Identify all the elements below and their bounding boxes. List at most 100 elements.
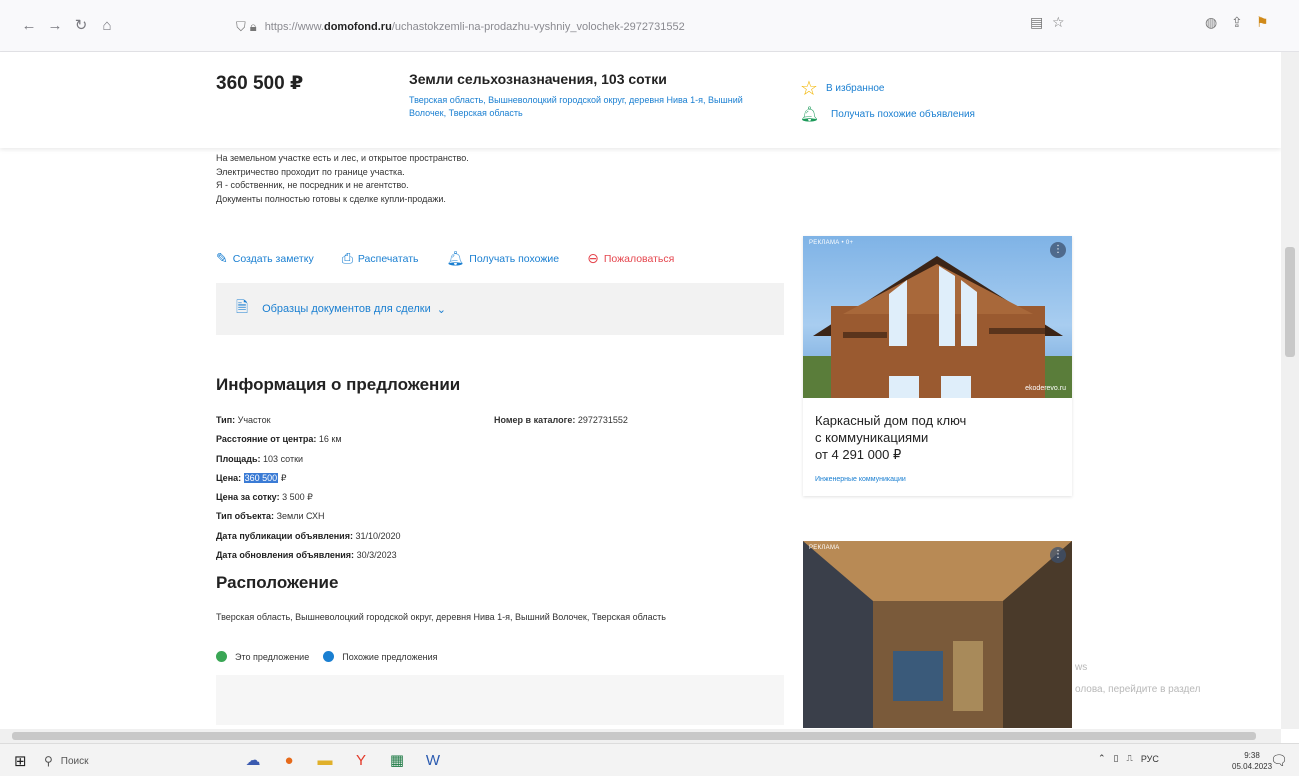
- clock[interactable]: 9:38 05.04.2023: [1232, 750, 1272, 772]
- create-note-button[interactable]: ✎ Создать заметку: [216, 250, 314, 267]
- reload-icon[interactable]: ↻: [70, 14, 92, 36]
- browser-toolbar: ← → ↻ ⌂ ⛉ 🔒︎ https://www. domofond.ru/uch…: [0, 0, 1299, 52]
- header-price: 360 500 ₽: [216, 73, 304, 94]
- pencil-icon: ✎: [216, 250, 228, 266]
- ad-tag: Инженерные коммуникации: [815, 476, 906, 483]
- vertical-scroll-thumb[interactable]: [1285, 247, 1295, 357]
- favorite-button[interactable]: ☆ В избранное: [800, 76, 884, 101]
- documents-label: Образцы документов для сделки: [262, 303, 431, 315]
- info-row-published: Дата публикации объявления: 31/10/2020: [216, 530, 401, 541]
- more-icon[interactable]: ⋮: [1050, 242, 1066, 258]
- horizontal-scroll-thumb[interactable]: [12, 732, 1256, 740]
- ad-text: Каркасный дом под ключ с коммуникациями …: [815, 413, 967, 462]
- map[interactable]: [216, 675, 784, 725]
- reader-view-icon[interactable]: ▤: [1030, 14, 1043, 31]
- widgets-icon[interactable]: ☁: [240, 748, 266, 772]
- offer-info-heading: Информация о предложении: [216, 375, 461, 394]
- url-prefix: https://www.: [264, 21, 324, 33]
- report-icon: ⊖: [587, 250, 599, 266]
- header-title: Земли сельхозназначения, 103 сотки: [409, 71, 667, 87]
- header-address-link[interactable]: Тверская область, Вышневолоцкий городско…: [409, 94, 749, 120]
- chevron-up-icon[interactable]: ⌃: [1098, 753, 1106, 764]
- report-label: Пожаловаться: [603, 252, 675, 265]
- search-icon: ⚲: [44, 754, 53, 768]
- chevron-down-icon: ⌄: [436, 303, 446, 316]
- ad-image-house: РЕКЛАМА • 0+ ⋮ ekoderevo.ru: [803, 236, 1072, 398]
- taskbar-search-label: Поиск: [60, 755, 89, 767]
- legend-dot-similar: [323, 651, 335, 662]
- windows-start-icon[interactable]: ⊞: [14, 752, 27, 770]
- description-line: Я - собственник, не посредник и не агент…: [216, 180, 409, 190]
- more-icon[interactable]: ⋮: [1050, 547, 1066, 563]
- yandex-browser-icon[interactable]: Y: [348, 748, 374, 772]
- lock-icon: 🔒︎: [249, 19, 257, 34]
- vertical-scrollbar[interactable]: [1281, 52, 1299, 729]
- sticky-header: 360 500 ₽ Земли сельхозназначения, 103 с…: [0, 52, 1281, 148]
- taskbar-apps: ☁ ● ▬ Y ▦ W: [240, 748, 456, 772]
- legend-dot-this: [216, 651, 227, 662]
- offer-info-list: Тип: Участок Расстояние от центра: 16 км…: [216, 411, 401, 565]
- get-similar-label: Получать похожие: [469, 252, 560, 265]
- network-icon[interactable]: ⎍: [1127, 753, 1133, 764]
- catalog-number: Номер в каталоге: 2972731552: [494, 415, 628, 425]
- firefox-icon[interactable]: ●: [276, 748, 302, 772]
- url-domain: domofond.ru: [323, 21, 392, 33]
- description: На земельном участке есть и лес, и откры…: [216, 152, 469, 206]
- extension-icon[interactable]: ⚑: [1256, 14, 1269, 31]
- house-illustration: [803, 256, 1072, 398]
- back-icon[interactable]: ←: [18, 14, 40, 36]
- notification-icon[interactable]: 🗨︎: [1270, 752, 1288, 769]
- document-icon: 🗎︎: [236, 298, 249, 316]
- legend-this-label: Это предложение: [235, 651, 310, 662]
- bell-icon: 🔔︎: [800, 106, 820, 123]
- pocket-icon[interactable]: ◍: [1205, 14, 1217, 31]
- print-label: Распечатать: [357, 252, 419, 265]
- create-note-label: Создать заметку: [232, 252, 314, 265]
- info-row-price: Цена: 360 500 ₽: [216, 472, 287, 483]
- language-indicator[interactable]: РУС: [1141, 754, 1159, 764]
- shield-icon: ⛉: [236, 19, 246, 34]
- share-icon[interactable]: ⇪: [1231, 14, 1243, 31]
- info-row-object-type: Тип объекта: Земли СХН: [216, 511, 325, 522]
- ad-card-frame-house[interactable]: РЕКЛАМА • 0+ ⋮ ekoderevo.ru Каркасный до…: [803, 236, 1072, 496]
- home-icon[interactable]: ⌂: [96, 14, 118, 36]
- address-bar[interactable]: ⛉ 🔒︎ https://www. domofond.ru/uchastokzem…: [236, 13, 1096, 41]
- interior-illustration: [803, 541, 1072, 728]
- url-path: /uchastokzemli-na-prodazhu-vyshniy_voloc…: [391, 21, 685, 33]
- forward-icon[interactable]: →: [44, 14, 66, 36]
- file-explorer-icon[interactable]: ▬: [312, 748, 338, 772]
- excel-icon[interactable]: ▦: [384, 748, 410, 772]
- description-line: На земельном участке есть и лес, и откры…: [216, 153, 469, 163]
- info-row-type: Тип: Участок: [216, 415, 271, 425]
- info-row-price-per: Цена за сотку: 3 500 ₽: [216, 492, 313, 503]
- system-tray: ⌃ ▯ ⎍ РУС: [1098, 753, 1167, 764]
- legend-similar-label: Похожие предложения: [342, 651, 438, 662]
- bookmark-star-icon[interactable]: ☆: [1052, 14, 1065, 31]
- taskbar: ⊞ ⚲ Поиск ☁ ● ▬ Y ▦ W ⌃ ▯ ⎍ РУС 9:38 05.…: [0, 743, 1299, 776]
- report-button[interactable]: ⊖ Пожаловаться: [587, 250, 674, 267]
- printer-icon: ⎙: [341, 250, 353, 266]
- description-line: Электричество проходит по границе участк…: [216, 166, 405, 177]
- battery-icon[interactable]: ▯: [1114, 753, 1119, 764]
- ad-label: РЕКЛАМА • 0+: [809, 240, 854, 246]
- taskbar-search[interactable]: ⚲ Поиск: [40, 750, 220, 772]
- similar-label: Получать похожие объявления: [831, 108, 975, 120]
- info-row-area: Площадь: 103 сотки: [216, 453, 304, 464]
- selected-price-text: 360 500: [243, 472, 279, 483]
- info-row-updated: Дата обновления объявления: 30/3/2023: [216, 550, 397, 561]
- activation-watermark: ws олова, перейдите в раздел: [1075, 662, 1201, 695]
- print-button[interactable]: ⎙ Распечатать: [342, 250, 419, 267]
- ad-label: РЕКЛАМА: [809, 545, 840, 551]
- get-similar-link[interactable]: 🔔︎ Получать похожие: [447, 250, 560, 267]
- horizontal-scrollbar[interactable]: [0, 729, 1281, 743]
- bell-icon: 🔔︎: [446, 250, 465, 266]
- get-similar-button[interactable]: 🔔︎ Получать похожие объявления: [800, 105, 975, 123]
- word-icon[interactable]: W: [420, 748, 446, 772]
- action-bar: ✎ Создать заметку ⎙ Распечатать 🔔︎ Получ…: [216, 250, 674, 267]
- location-heading: Расположение: [216, 573, 339, 592]
- ad-site: ekoderevo.ru: [1025, 385, 1066, 392]
- ad-card-interior[interactable]: РЕКЛАМА ⋮: [803, 541, 1072, 728]
- star-icon: ☆: [800, 78, 818, 100]
- info-row-distance: Расстояние от центра: 16 км: [216, 434, 342, 445]
- documents-dropdown[interactable]: 🗎︎ Образцы документов для сделки ⌄: [216, 283, 784, 335]
